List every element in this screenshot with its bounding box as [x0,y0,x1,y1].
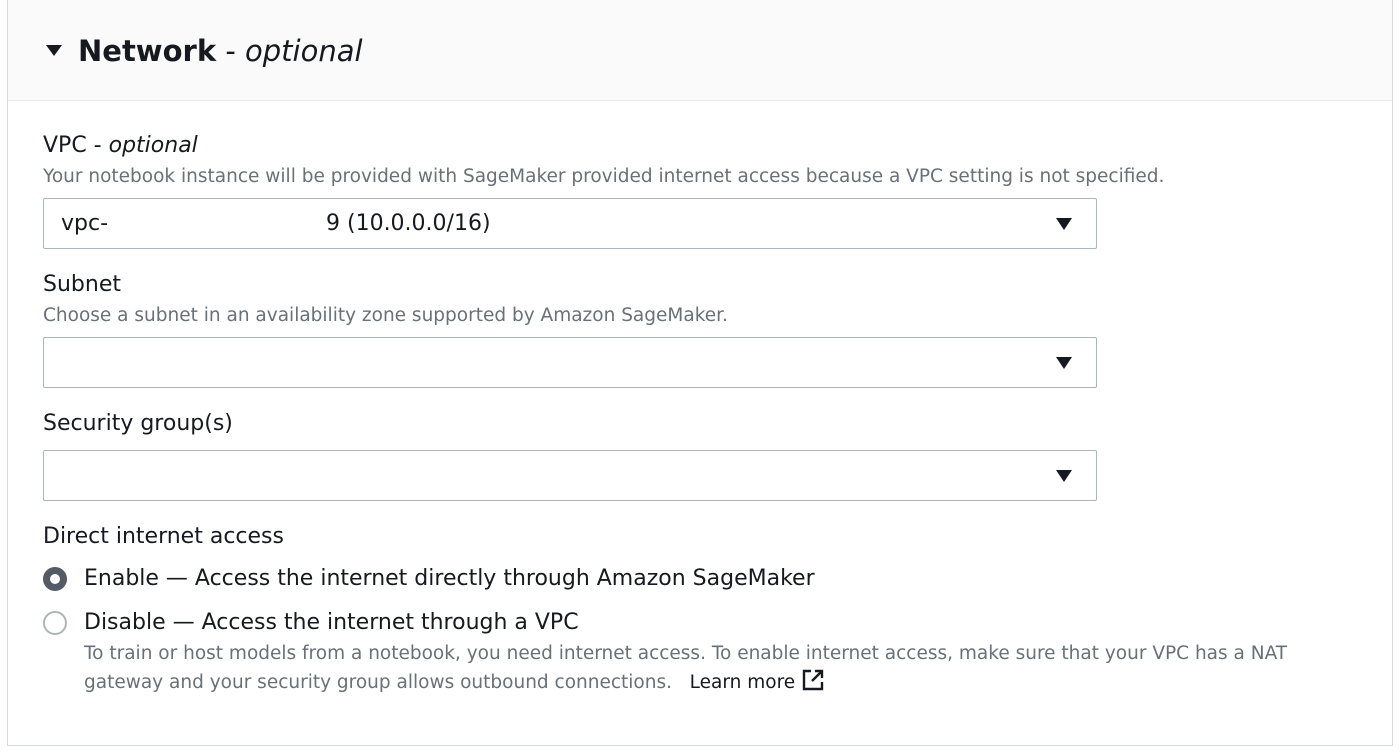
security-groups-select[interactable] [43,450,1097,501]
vpc-select[interactable]: vpc- 9 (10.0.0.0/16) [43,198,1097,249]
disable-internet-option[interactable]: Disable — Access the internet through a … [43,609,603,639]
subnet-select[interactable] [43,337,1097,388]
section-optional-text: optional [245,34,363,68]
disable-radio[interactable] [43,611,67,635]
redacted-area [110,205,330,243]
enable-radio[interactable] [43,567,67,591]
learn-more-link[interactable]: Learn more [678,669,825,693]
enable-radio-label[interactable]: Enable — Access the internet directly th… [84,565,815,593]
internet-access-label: Direct internet access [43,524,284,549]
vpc-description: Your notebook instance will be provided … [43,166,1165,187]
subnet-description: Choose a subnet in an availability zone … [43,305,728,326]
external-link-icon[interactable] [801,668,825,692]
caret-down-icon [1056,357,1072,369]
caret-down-icon [1056,218,1072,230]
security-groups-label: Security group(s) [43,411,233,436]
internet-access-note-line2: gateway and your security group allows o… [84,668,825,697]
section-title[interactable]: Network - optional [78,32,363,70]
network-section-header[interactable]: Network - optional [8,0,1392,101]
disable-radio-label[interactable]: Disable — Access the internet through a … [84,609,579,637]
network-panel: Network - optional VPC - optional Your n… [7,0,1393,746]
internet-access-note-line1: To train or host models from a notebook,… [84,643,1288,664]
enable-internet-option[interactable]: Enable — Access the internet directly th… [43,565,843,595]
caret-down-icon[interactable] [46,45,62,56]
subnet-label: Subnet [43,272,121,297]
section-title-text: Network [78,34,217,68]
vpc-value-suffix: 9 (10.0.0.0/16) [326,211,491,236]
vpc-label: VPC - optional [43,133,198,158]
vpc-value-prefix: vpc- [61,211,109,236]
caret-down-icon [1056,470,1072,482]
